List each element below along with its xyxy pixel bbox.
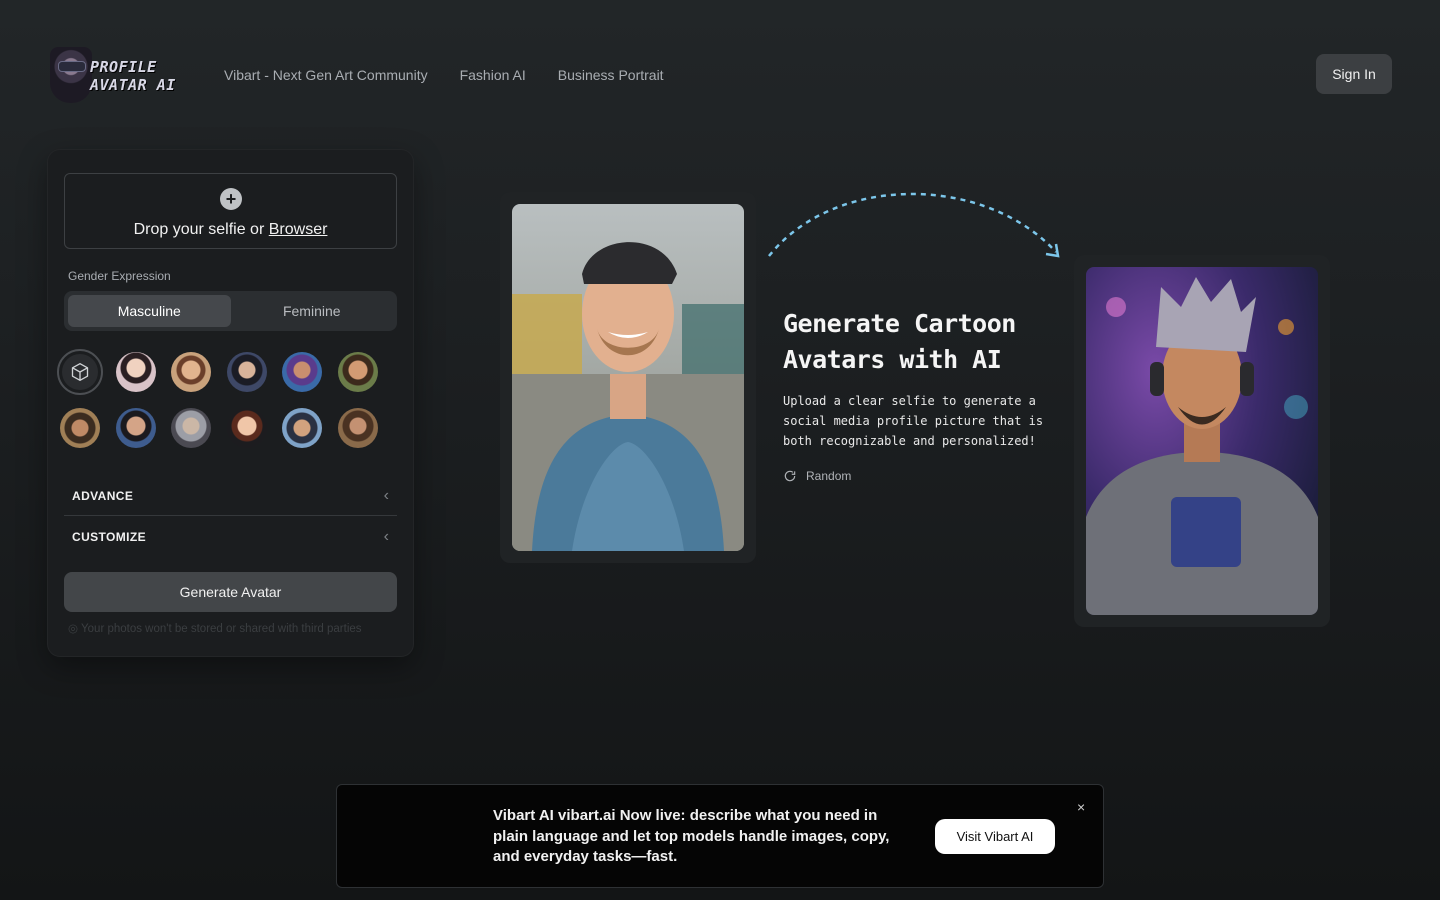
gender-label: Gender Expression (68, 269, 171, 283)
hero-subtext: Upload a clear selfie to generate a soci… (783, 394, 1044, 448)
style-option-avatar[interactable] (337, 352, 378, 392)
close-icon[interactable]: × (1077, 799, 1085, 815)
refresh-icon (784, 470, 796, 482)
gender-option-feminine[interactable]: Feminine (231, 295, 394, 327)
plus-icon: + (220, 188, 242, 210)
advance-title: ADVANCE (72, 488, 134, 503)
avatar-result-image (1086, 267, 1318, 615)
arrow-icon (768, 192, 1060, 258)
shield-icon: ◎ (68, 623, 82, 635)
chevron-left-icon: ‹ (383, 486, 389, 504)
main-nav: Vibart - Next Gen Art Community Fashion … (224, 67, 664, 83)
random-label: Random (806, 469, 852, 483)
generate-avatar-button[interactable]: Generate Avatar (64, 572, 397, 612)
style-option-avatar[interactable] (115, 408, 156, 448)
chevron-left-icon: ‹ (383, 528, 389, 545)
style-option-avatar[interactable] (337, 408, 378, 448)
avatar-result-card (1074, 255, 1330, 627)
promo-text: Vibart AI vibart.ai Now live: describe w… (493, 807, 890, 865)
browser-link[interactable]: Browser (269, 221, 328, 238)
style-option-avatar[interactable] (171, 352, 212, 392)
privacy-note: ◎ Your photos won't be stored or shared … (68, 623, 362, 635)
style-option-custom[interactable] (57, 349, 103, 395)
random-button[interactable]: Random (783, 469, 851, 483)
gender-toggle: Masculine Feminine (64, 291, 397, 331)
selfie-dropzone[interactable]: + Drop your selfie or Browser (64, 173, 397, 249)
gender-option-masculine[interactable]: Masculine (68, 295, 231, 327)
style-option-avatar[interactable] (171, 408, 212, 448)
customize-title: CUSTOMIZE (72, 530, 147, 544)
cube-icon (71, 363, 89, 381)
style-option-avatar[interactable] (115, 352, 156, 392)
header: PROFILE AVATAR AI Vibart - Next Gen Art … (0, 0, 1440, 150)
visit-vibart-button[interactable]: Visit Vibart AI (935, 819, 1055, 854)
style-option-avatar[interactable] (226, 408, 267, 448)
style-option-avatar[interactable] (226, 352, 267, 392)
nav-link-vibart[interactable]: Vibart - Next Gen Art Community (224, 67, 428, 83)
customize-accordion[interactable]: CUSTOMIZE ‹ (64, 517, 397, 557)
style-option-avatar[interactable] (282, 408, 323, 448)
nav-link-fashion-ai[interactable]: Fashion AI (460, 67, 526, 83)
style-option-avatar[interactable] (282, 352, 323, 392)
selfie-example-card (500, 192, 756, 563)
advance-accordion[interactable]: ADVANCE ‹ (64, 476, 397, 516)
hero-headline: Generate Cartoon Avatars with AI (783, 309, 1016, 374)
generator-panel: + Drop your selfie or Browser Gender Exp… (48, 150, 413, 656)
promo-banner: Vibart AI vibart.ai Now live: describe w… (336, 784, 1104, 888)
dropzone-label: Drop your selfie or Browser (133, 221, 328, 238)
logo-text: PROFILE AVATAR AI (90, 58, 176, 94)
logo[interactable]: PROFILE AVATAR AI (50, 46, 185, 104)
style-option-avatar[interactable] (60, 408, 100, 448)
style-grid (57, 349, 392, 448)
selfie-example-image (512, 204, 744, 551)
logo-avatar-icon (50, 47, 92, 103)
sign-in-button[interactable]: Sign In (1316, 54, 1392, 94)
nav-link-business-portrait[interactable]: Business Portrait (558, 67, 664, 83)
